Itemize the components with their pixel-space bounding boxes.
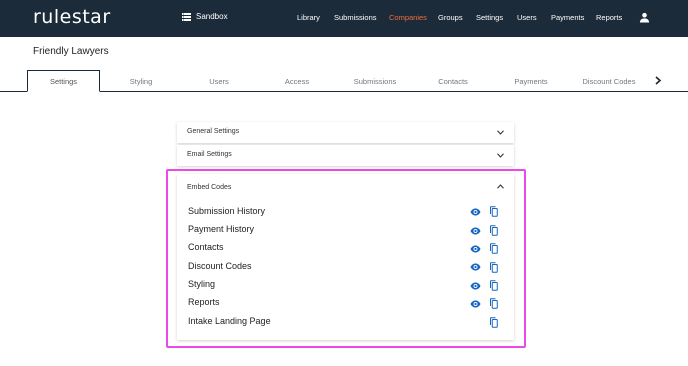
page-title: Friendly Lawyers xyxy=(33,46,109,57)
email-settings-panel[interactable]: Email Settings xyxy=(177,145,514,166)
tab-styling[interactable]: Styling xyxy=(104,70,178,92)
nav-groups[interactable]: Groups xyxy=(438,13,463,22)
sandbox-label: Sandbox xyxy=(196,12,228,21)
email-settings-header[interactable]: Email Settings xyxy=(187,151,232,158)
nav-users[interactable]: Users xyxy=(517,13,537,22)
tab-contacts[interactable]: Contacts xyxy=(416,70,490,92)
tab-access[interactable]: Access xyxy=(260,70,334,92)
nav-payments[interactable]: Payments xyxy=(551,13,584,22)
sandbox-icon xyxy=(182,12,191,21)
tab-submissions[interactable]: Submissions xyxy=(338,70,412,92)
chevron-down-icon[interactable] xyxy=(497,153,504,158)
rulestar-logo[interactable]: rulestar xyxy=(33,6,111,28)
nav-reports[interactable]: Reports xyxy=(596,13,622,22)
general-settings-panel[interactable]: General Settings xyxy=(177,122,514,143)
nav-library[interactable]: Library xyxy=(297,13,320,22)
chevron-right-icon[interactable] xyxy=(654,76,662,85)
nav-companies[interactable]: Companies xyxy=(389,13,427,22)
person-icon[interactable] xyxy=(639,12,650,23)
tab-discount-codes[interactable]: Discount Codes xyxy=(572,70,646,92)
tab-users[interactable]: Users xyxy=(182,70,256,92)
nav-settings[interactable]: Settings xyxy=(476,13,503,22)
chevron-down-icon[interactable] xyxy=(497,130,504,135)
general-settings-header[interactable]: General Settings xyxy=(187,128,239,135)
tab-settings[interactable]: Settings xyxy=(27,70,100,92)
sandbox-switch[interactable]: Sandbox xyxy=(182,12,228,21)
nav-submissions[interactable]: Submissions xyxy=(334,13,377,22)
tab-payments[interactable]: Payments xyxy=(494,70,568,92)
top-navigation-bar: rulestar Sandbox Library Submissions Com… xyxy=(0,0,688,37)
highlight-box xyxy=(166,169,526,348)
